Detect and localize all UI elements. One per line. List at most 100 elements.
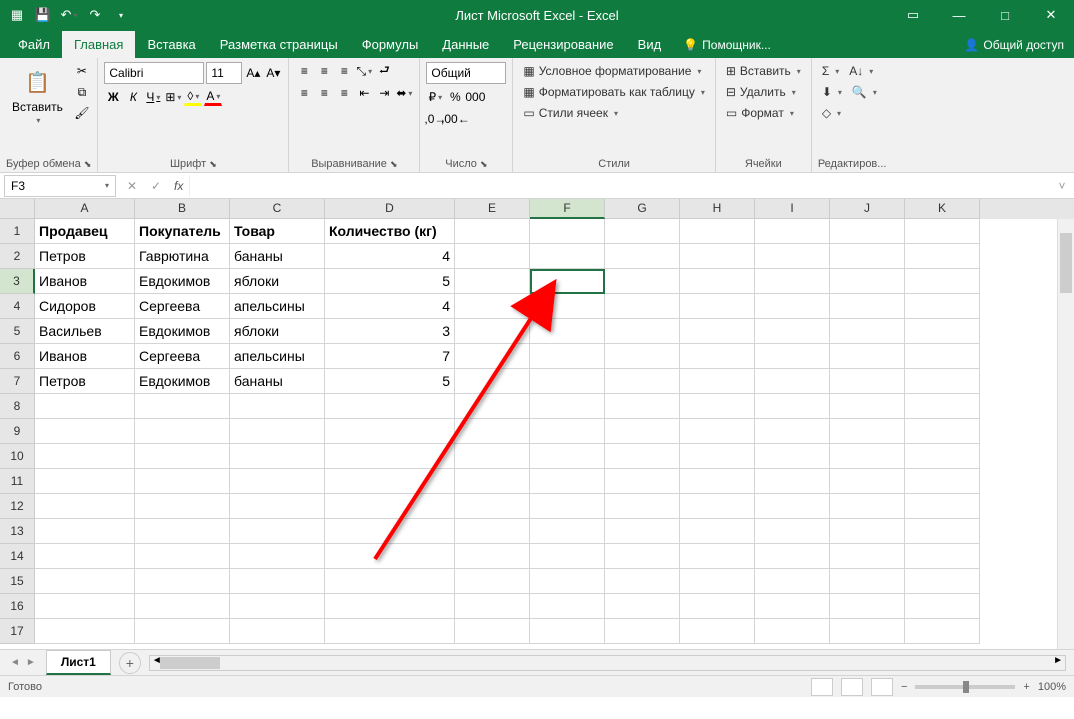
cell[interactable] [680, 494, 755, 519]
cell[interactable] [605, 519, 680, 544]
cell[interactable]: Петров [35, 244, 135, 269]
name-box[interactable]: F3▾ [4, 175, 116, 197]
row-header[interactable]: 9 [0, 419, 35, 444]
cell[interactable] [455, 419, 530, 444]
cell[interactable]: Петров [35, 369, 135, 394]
delete-cells-button[interactable]: ⊟Удалить▾ [722, 83, 805, 101]
cell[interactable] [530, 369, 605, 394]
maximize-button[interactable]: □ [982, 0, 1028, 30]
cell[interactable] [605, 419, 680, 444]
cell[interactable] [530, 519, 605, 544]
row-header[interactable]: 12 [0, 494, 35, 519]
cell[interactable] [135, 594, 230, 619]
undo-icon[interactable]: ↶▾ [60, 6, 78, 24]
cell[interactable] [755, 519, 830, 544]
row-header[interactable]: 6 [0, 344, 35, 369]
cell[interactable] [905, 394, 980, 419]
cell[interactable] [230, 469, 325, 494]
cell[interactable] [605, 544, 680, 569]
cell[interactable] [905, 344, 980, 369]
cell[interactable] [905, 494, 980, 519]
cell[interactable] [680, 444, 755, 469]
column-header[interactable]: C [230, 199, 325, 219]
cell[interactable] [455, 244, 530, 269]
increase-font-icon[interactable]: A▴ [244, 64, 262, 82]
cell[interactable] [605, 494, 680, 519]
qat-customize-icon[interactable]: ▾ [112, 6, 130, 24]
cell[interactable]: яблоки [230, 319, 325, 344]
align-right-icon[interactable]: ≡ [335, 84, 353, 102]
cell[interactable] [325, 594, 455, 619]
cell[interactable]: 7 [325, 344, 455, 369]
cell[interactable] [325, 419, 455, 444]
cell[interactable] [455, 494, 530, 519]
cell[interactable] [455, 369, 530, 394]
cell[interactable] [755, 619, 830, 644]
row-header[interactable]: 15 [0, 569, 35, 594]
cell[interactable] [135, 419, 230, 444]
cell[interactable] [605, 444, 680, 469]
cell[interactable] [455, 319, 530, 344]
zoom-slider[interactable] [915, 685, 1015, 689]
sheet-tab[interactable]: Лист1 [46, 650, 111, 675]
cell[interactable]: Сергеева [135, 294, 230, 319]
cell[interactable] [905, 544, 980, 569]
cell[interactable]: 4 [325, 294, 455, 319]
bold-button[interactable]: Ж [104, 88, 122, 106]
cell[interactable] [530, 244, 605, 269]
cell[interactable] [135, 544, 230, 569]
cell[interactable] [680, 219, 755, 244]
cell[interactable]: Иванов [35, 269, 135, 294]
cell[interactable] [605, 219, 680, 244]
ribbon-options-icon[interactable]: ▭ [890, 0, 936, 30]
cell[interactable] [530, 494, 605, 519]
cell[interactable] [455, 269, 530, 294]
cell[interactable] [135, 444, 230, 469]
cell[interactable] [230, 444, 325, 469]
sheet-nav[interactable]: ◄► [0, 657, 46, 668]
cell[interactable] [230, 494, 325, 519]
cut-icon[interactable]: ✂ [73, 62, 91, 80]
column-header[interactable]: J [830, 199, 905, 219]
cell[interactable] [830, 269, 905, 294]
cell[interactable]: Евдокимов [135, 369, 230, 394]
cell[interactable] [680, 319, 755, 344]
fill-button[interactable]: ⬇▾ 🔍▾ [818, 83, 881, 101]
cell[interactable] [755, 394, 830, 419]
cell[interactable] [455, 394, 530, 419]
cell[interactable] [680, 244, 755, 269]
cell[interactable] [325, 469, 455, 494]
cell[interactable] [530, 619, 605, 644]
font-name-combo[interactable] [104, 62, 204, 84]
cell[interactable] [230, 594, 325, 619]
zoom-level[interactable]: 100% [1038, 681, 1066, 693]
cell[interactable] [830, 594, 905, 619]
tell-me[interactable]: 💡Помощник... [673, 32, 781, 58]
redo-icon[interactable]: ↷ [86, 6, 104, 24]
cell[interactable] [680, 569, 755, 594]
increase-indent-icon[interactable]: ⇥ [375, 84, 393, 102]
cell[interactable] [755, 594, 830, 619]
cell[interactable]: 4 [325, 244, 455, 269]
cell[interactable]: Товар [230, 219, 325, 244]
cell[interactable] [325, 569, 455, 594]
cell[interactable] [455, 569, 530, 594]
cell[interactable] [905, 594, 980, 619]
cell[interactable] [830, 244, 905, 269]
insert-cells-button[interactable]: ⊞Вставить▾ [722, 62, 805, 80]
cell[interactable] [530, 344, 605, 369]
fill-color-button[interactable]: ◊▾ [184, 88, 202, 106]
wrap-text-icon[interactable]: ⮐ [375, 62, 393, 80]
cell[interactable] [830, 344, 905, 369]
cell[interactable] [905, 469, 980, 494]
cell[interactable] [755, 269, 830, 294]
cell[interactable] [325, 519, 455, 544]
cell[interactable] [135, 619, 230, 644]
cell[interactable] [680, 419, 755, 444]
cell[interactable] [325, 394, 455, 419]
cell[interactable] [530, 444, 605, 469]
cell[interactable] [605, 569, 680, 594]
cell[interactable] [605, 244, 680, 269]
cell[interactable] [755, 544, 830, 569]
percent-icon[interactable]: % [446, 88, 464, 106]
